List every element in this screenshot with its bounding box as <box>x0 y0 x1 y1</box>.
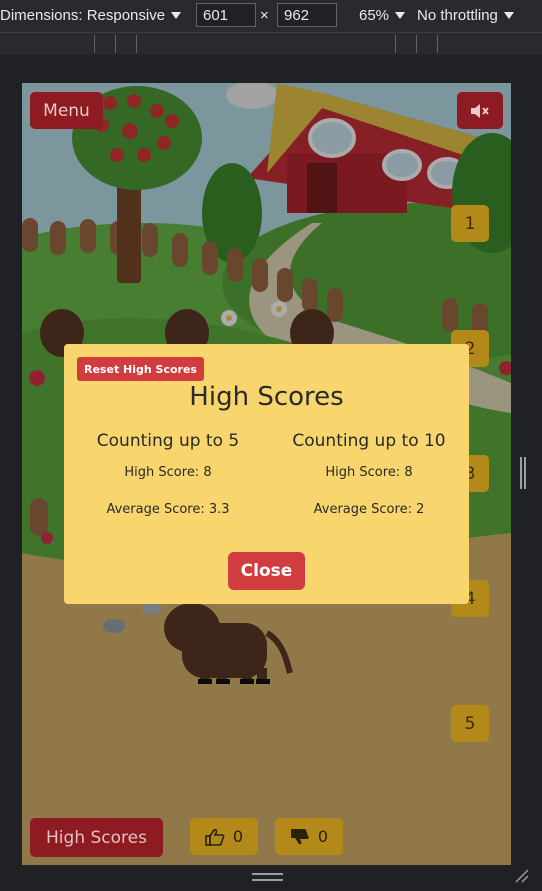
number-button-5[interactable]: 5 <box>451 705 489 742</box>
menu-button[interactable]: Menu <box>30 92 103 129</box>
number-button-1[interactable]: 1 <box>451 205 489 242</box>
times-sign: × <box>260 7 269 24</box>
score-column-up-to-5: Counting up to 5 High Score: 8 Average S… <box>73 431 263 539</box>
chevron-down-icon <box>503 12 514 19</box>
zoom-label: 65% <box>359 7 390 24</box>
thumbs-down-button[interactable]: 0 <box>275 818 343 855</box>
thumbs-up-count: 0 <box>232 827 244 846</box>
media-query-ruler[interactable] <box>0 32 542 56</box>
zoom-dropdown[interactable]: 65% <box>359 7 406 24</box>
dimensions-label: Dimensions: Responsive <box>0 7 166 24</box>
high-scores-button[interactable]: High Scores <box>30 818 163 857</box>
devtools-toolbar: Dimensions: Responsive × 65% No throttli… <box>0 0 542 32</box>
thumbs-down-icon <box>290 828 309 844</box>
throttling-label: No throttling <box>417 7 498 24</box>
reset-high-scores-button[interactable]: Reset High Scores <box>77 357 204 381</box>
modal-title: High Scores <box>189 382 344 412</box>
close-button[interactable]: Close <box>228 552 305 590</box>
average-score-text: Average Score: 2 <box>313 502 425 517</box>
dimensions-dropdown[interactable]: Dimensions: Responsive <box>0 7 182 24</box>
thumbs-up-icon <box>205 828 225 846</box>
height-input[interactable] <box>277 3 337 27</box>
mute-button[interactable] <box>457 92 503 129</box>
chevron-down-icon <box>395 12 406 19</box>
mute-icon <box>471 103 489 118</box>
width-input[interactable] <box>196 3 256 27</box>
throttling-dropdown[interactable]: No throttling <box>417 7 514 24</box>
high-score-text: High Score: 8 <box>325 465 413 480</box>
thumbs-down-count: 0 <box>317 827 329 846</box>
high-scores-modal: Reset High Scores High Scores Counting u… <box>64 344 469 604</box>
right-resize-handle[interactable] <box>520 457 526 489</box>
column-title: Counting up to 5 <box>96 431 240 451</box>
bottom-resize-handle[interactable] <box>252 873 283 883</box>
thumbs-up-button[interactable]: 0 <box>190 818 258 855</box>
average-score-text: Average Score: 3.3 <box>106 502 230 517</box>
column-title: Counting up to 10 <box>292 431 446 451</box>
high-score-text: High Score: 8 <box>124 465 212 480</box>
chevron-down-icon <box>171 12 182 19</box>
corner-resize-icon[interactable] <box>514 868 530 884</box>
score-column-up-to-10: Counting up to 10 High Score: 8 Average … <box>274 431 464 539</box>
